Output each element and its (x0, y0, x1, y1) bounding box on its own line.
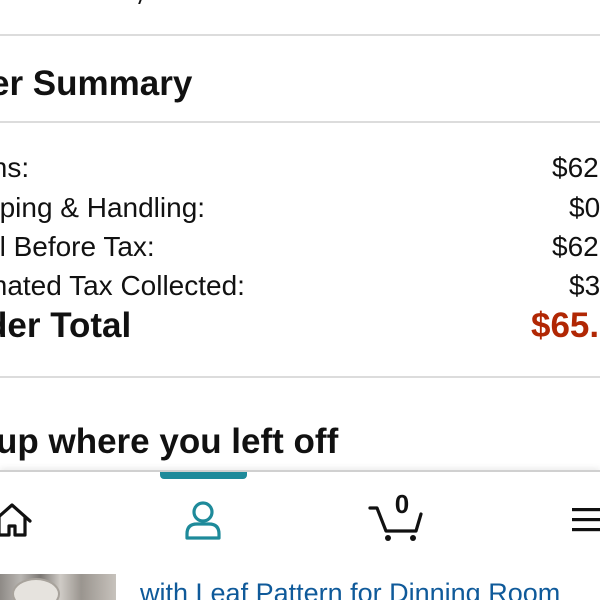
summary-row-order-total: der Total $65. (0, 306, 600, 351)
clipped-text-fragment (126, 0, 144, 4)
summary-row-label: mated Tax Collected: (0, 270, 245, 301)
order-total-label: der Total (0, 306, 132, 345)
product-title-link[interactable]: with Leaf Pattern for Dinning Room (140, 576, 560, 600)
summary-row-value: $3 (569, 270, 600, 301)
bottom-nav-bar (0, 470, 600, 576)
continue-shopping-title: up where you left off (0, 422, 339, 461)
summary-row-tax: mated Tax Collected: $3 (0, 269, 600, 303)
summary-row-label: ms: (0, 152, 30, 183)
divider (0, 121, 600, 123)
summary-row-before-tax: al Before Tax: $62 (0, 230, 600, 264)
nav-home-button[interactable] (0, 490, 60, 550)
divider (0, 376, 600, 378)
order-total-value: $65. (531, 306, 600, 345)
active-tab-indicator (160, 472, 247, 479)
order-summary-title: er Summary (0, 64, 193, 103)
summary-row-shipping: pping & Handling: $0 (0, 191, 600, 225)
summary-row-value: $62 (552, 152, 599, 183)
home-icon (0, 503, 32, 537)
nav-cart-button[interactable]: 0 (363, 490, 443, 550)
summary-row-label: al Before Tax: (0, 231, 155, 262)
nav-account-button[interactable] (163, 490, 243, 550)
cart-count-badge: 0 (394, 489, 410, 519)
divider (0, 34, 600, 36)
product-thumbnail[interactable] (0, 574, 116, 600)
nav-menu-button[interactable] (560, 490, 600, 550)
summary-row-value: $62 (552, 231, 599, 262)
menu-icon (572, 508, 600, 532)
product-preview-strip: with Leaf Pattern for Dinning Room (0, 574, 600, 600)
plate-image (12, 578, 60, 600)
person-icon (185, 501, 221, 540)
summary-row-items: ms: $62 (0, 151, 600, 185)
summary-row-value: $0 (569, 192, 600, 223)
summary-row-label: pping & Handling: (0, 192, 206, 223)
